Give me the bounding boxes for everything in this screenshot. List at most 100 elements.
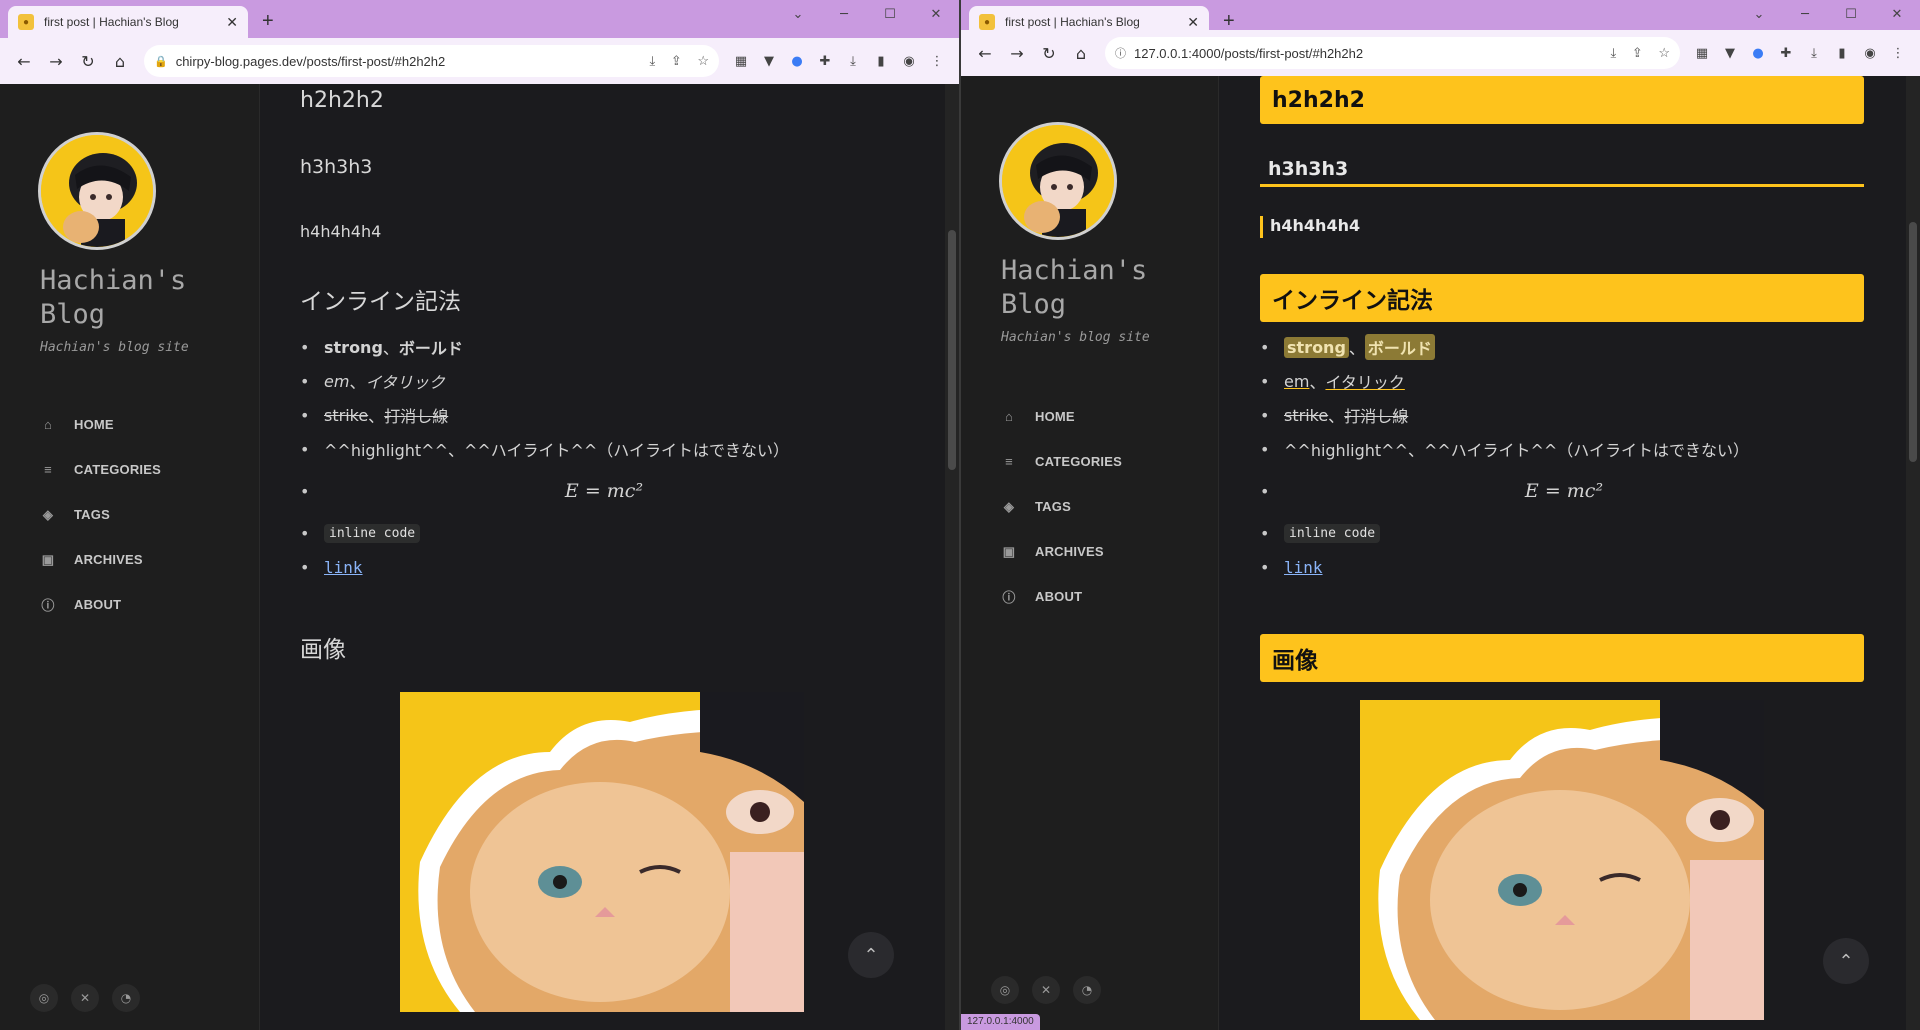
- browser-tab[interactable]: ● first post | Hachian's Blog ✕: [8, 6, 248, 38]
- avatar[interactable]: [999, 122, 1117, 240]
- reload-icon[interactable]: ↻: [1033, 37, 1065, 69]
- tab-close-icon[interactable]: ✕: [1187, 14, 1199, 31]
- extension-v-icon[interactable]: ▼: [1716, 37, 1744, 69]
- lock-icon[interactable]: 🔒: [154, 55, 168, 68]
- extension-v-icon[interactable]: ▼: [755, 45, 783, 77]
- list-item: inline code: [1260, 516, 1844, 550]
- side-panel-icon[interactable]: ▮: [867, 45, 895, 77]
- profile-avatar-icon[interactable]: ◉: [895, 45, 923, 77]
- tab-close-icon[interactable]: ✕: [226, 14, 238, 31]
- avatar-illustration: [41, 135, 153, 247]
- strong-text: strong: [324, 337, 383, 357]
- downloads-icon[interactable]: ⤓: [1800, 37, 1828, 69]
- tab-search-icon[interactable]: ⌄: [1736, 0, 1782, 28]
- bookmark-star-icon[interactable]: ☆: [697, 53, 709, 68]
- list-item: strong、ボールド: [1260, 330, 1844, 364]
- list-item: em、イタリック: [300, 364, 884, 398]
- sidebar-item-label: CATEGORIES: [1035, 454, 1122, 469]
- extension-icon[interactable]: ▦: [727, 45, 755, 77]
- sidebar-item-about[interactable]: ⓘ ABOUT: [1001, 574, 1122, 619]
- avatar[interactable]: [38, 132, 156, 250]
- bookmark-star-icon[interactable]: ☆: [1658, 45, 1670, 60]
- install-icon[interactable]: ⤓: [649, 53, 655, 68]
- x-twitter-icon[interactable]: ✕: [1032, 976, 1060, 1004]
- github-icon[interactable]: ◎: [30, 984, 58, 1012]
- extensions-puzzle-icon[interactable]: ✚: [811, 45, 839, 77]
- scrollbar-thumb[interactable]: [1909, 222, 1917, 462]
- post-link[interactable]: link: [324, 558, 363, 577]
- site-title[interactable]: Hachian's Blog: [40, 264, 240, 332]
- maximize-button[interactable]: ☐: [1828, 0, 1874, 28]
- home-button-icon[interactable]: ⌂: [1065, 37, 1097, 69]
- maximize-button[interactable]: ☐: [867, 0, 913, 28]
- reload-icon[interactable]: ↻: [72, 45, 104, 77]
- back-icon[interactable]: ←: [8, 45, 40, 77]
- menu-kebab-icon[interactable]: ⋮: [923, 45, 951, 77]
- sidebar-nav: ⌂ HOME ≡ CATEGORIES ◈ TAGS ▣ ARCHIVES ⓘ ABOUT: [1001, 394, 1122, 619]
- install-icon[interactable]: ⤓: [1610, 45, 1616, 60]
- menu-kebab-icon[interactable]: ⋮: [1884, 37, 1912, 69]
- tab-search-icon[interactable]: ⌄: [775, 0, 821, 28]
- tab-title: first post | Hachian's Blog: [1005, 15, 1140, 29]
- back-icon[interactable]: ←: [969, 37, 1001, 69]
- sidebar-item-tags[interactable]: ◈ TAGS: [40, 492, 161, 537]
- rss-icon[interactable]: ◔: [112, 984, 140, 1012]
- page-viewport: Hachian's Blog Hachian's blog site ⌂ HOME…: [0, 84, 959, 1030]
- profile-avatar-icon[interactable]: ◉: [1856, 37, 1884, 69]
- info-site-icon[interactable]: ⓘ: [1115, 45, 1126, 61]
- new-tab-button[interactable]: +: [262, 10, 274, 33]
- site-title[interactable]: Hachian's Blog: [1001, 254, 1201, 322]
- browser-toolbar: ← → ↻ ⌂ ⓘ 127.0.0.1:4000/posts/first-pos…: [961, 30, 1920, 76]
- sidebar-item-label: ARCHIVES: [1035, 544, 1104, 559]
- site-subtitle: Hachian's blog site: [40, 340, 189, 355]
- separator: 、: [368, 407, 385, 426]
- archive-icon: ▣: [41, 551, 55, 567]
- sidebar-item-about[interactable]: ⓘ ABOUT: [40, 582, 161, 627]
- heading-h4: h4h4h4h4: [300, 222, 382, 241]
- strong-text: strong: [1284, 336, 1349, 358]
- back-to-top-button[interactable]: ⌃: [1823, 938, 1869, 984]
- sidebar-item-home[interactable]: ⌂ HOME: [40, 402, 161, 447]
- list-item: strong、ボールド: [300, 330, 884, 364]
- extensions-puzzle-icon[interactable]: ✚: [1772, 37, 1800, 69]
- minimize-button[interactable]: ─: [821, 0, 867, 28]
- sidebar-item-categories[interactable]: ≡ CATEGORIES: [1001, 439, 1122, 484]
- separator: 、: [382, 339, 399, 358]
- address-bar[interactable]: 🔒 chirpy-blog.pages.dev/posts/first-post…: [144, 45, 719, 77]
- address-url[interactable]: 127.0.0.1:4000/posts/first-post/#h2h2h2: [1134, 46, 1598, 61]
- scrollbar[interactable]: [945, 84, 959, 1030]
- forward-icon[interactable]: →: [1001, 37, 1033, 69]
- forward-icon[interactable]: →: [40, 45, 72, 77]
- browser-toolbar: ← → ↻ ⌂ 🔒 chirpy-blog.pages.dev/posts/fi…: [0, 38, 959, 84]
- address-url[interactable]: chirpy-blog.pages.dev/posts/first-post/#…: [176, 54, 638, 69]
- share-icon[interactable]: ⇪: [671, 53, 682, 68]
- close-window-button[interactable]: ✕: [913, 0, 959, 28]
- sidebar-item-archives[interactable]: ▣ ARCHIVES: [1001, 529, 1122, 574]
- heading-image: 画像: [1260, 634, 1864, 682]
- close-window-button[interactable]: ✕: [1874, 0, 1920, 28]
- list-item: inline code: [300, 516, 884, 550]
- home-button-icon[interactable]: ⌂: [104, 45, 136, 77]
- downloads-icon[interactable]: ⤓: [839, 45, 867, 77]
- extension-icon[interactable]: ▦: [1688, 37, 1716, 69]
- sidebar-item-home[interactable]: ⌂ HOME: [1001, 394, 1122, 439]
- extension-circle-icon[interactable]: ●: [783, 45, 811, 77]
- x-twitter-icon[interactable]: ✕: [71, 984, 99, 1012]
- extension-circle-icon[interactable]: ●: [1744, 37, 1772, 69]
- back-to-top-button[interactable]: ⌃: [848, 932, 894, 978]
- scrollbar-thumb[interactable]: [948, 230, 956, 470]
- post-link[interactable]: link: [1284, 558, 1323, 577]
- sidebar-item-archives[interactable]: ▣ ARCHIVES: [40, 537, 161, 582]
- side-panel-icon[interactable]: ▮: [1828, 37, 1856, 69]
- rss-icon[interactable]: ◔: [1073, 976, 1101, 1004]
- github-icon[interactable]: ◎: [991, 976, 1019, 1004]
- share-icon[interactable]: ⇪: [1632, 45, 1643, 60]
- inline-list: strong、ボールド em、イタリック strike、打消し線 ^^highl…: [300, 330, 884, 584]
- sidebar-item-tags[interactable]: ◈ TAGS: [1001, 484, 1122, 529]
- minimize-button[interactable]: ─: [1782, 0, 1828, 28]
- window-controls: ⌄ ─ ☐ ✕: [775, 0, 959, 28]
- tags-icon: ◈: [1003, 498, 1015, 514]
- sidebar-item-categories[interactable]: ≡ CATEGORIES: [40, 447, 161, 492]
- scrollbar[interactable]: [1906, 76, 1920, 1030]
- address-bar[interactable]: ⓘ 127.0.0.1:4000/posts/first-post/#h2h2h…: [1105, 37, 1680, 69]
